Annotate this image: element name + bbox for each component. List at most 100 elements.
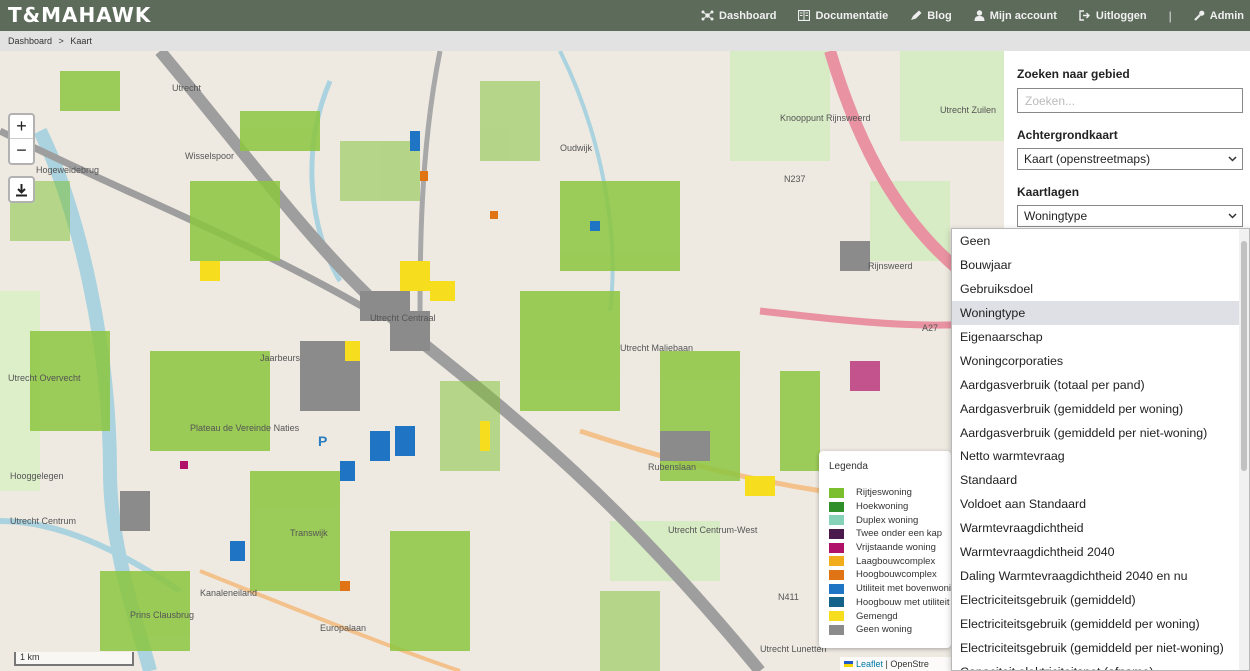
map-label: Utrecht Maliebaan <box>620 343 693 353</box>
legend-swatch <box>829 583 844 594</box>
legend-swatch <box>829 624 844 635</box>
nav-blog[interactable]: Blog <box>910 9 952 22</box>
map-label: Transwijk <box>290 528 328 538</box>
map-label: Hogeweidebrug <box>36 165 99 175</box>
legend-item: Vrijstaande woning <box>829 541 941 555</box>
zoom-in-button[interactable]: + <box>10 115 33 139</box>
map-label: Utrecht Zuilen <box>940 105 996 115</box>
breadcrumb-separator: > <box>58 36 64 46</box>
layers-dropdown[interactable]: Geen Bouwjaar Gebruiksdoel Woningtype Eigena… <box>951 228 1250 671</box>
dropdown-option[interactable]: Warmtevraagdichtheid <box>952 516 1239 540</box>
map-label: Utrecht Overvecht <box>8 373 81 383</box>
map-label: Utrecht Centrum <box>10 516 76 526</box>
wrench-icon <box>1193 10 1205 21</box>
dropdown-option[interactable]: Gebruiksdoel <box>952 277 1239 301</box>
layers-select[interactable]: Woningtype <box>1017 205 1243 227</box>
chevron-down-icon <box>1228 213 1237 219</box>
dropdown-option[interactable]: Aardgasverbruik (gemiddeld per niet-woni… <box>952 421 1239 445</box>
legend-swatch <box>829 542 844 553</box>
dropdown-scrollbar-thumb[interactable] <box>1241 241 1247 471</box>
dropdown-option[interactable]: Woningtype <box>952 300 1239 325</box>
legend-swatch <box>829 611 844 622</box>
parking-icon: P <box>318 433 327 449</box>
main-nav: Dashboard Documentatie Blog Mijn account… <box>679 0 1244 31</box>
dropdown-option[interactable]: Aardgasverbruik (totaal per pand) <box>952 373 1239 397</box>
map-label: Europalaan <box>320 623 366 633</box>
legend-item: Hoekwoning <box>829 500 941 514</box>
nav-dashboard[interactable]: Dashboard <box>701 10 776 22</box>
legend-item: Hoogbouwcomplex <box>829 568 941 582</box>
nav-mijn-account-label: Mijn account <box>989 9 1057 22</box>
top-navbar: T&MAHAWK Dashboard Documentatie Blog Mij… <box>0 0 1250 31</box>
map-label: Jaarbeurs <box>260 353 301 363</box>
dropdown-option[interactable]: Warmtevraagdichtheid 2040 <box>952 540 1239 564</box>
legend-label: Utiliteit met bovenwoning <box>856 583 951 595</box>
map-label: Rubenslaan <box>648 462 696 472</box>
nav-blog-label: Blog <box>927 9 952 22</box>
dropdown-option[interactable]: Eigenaarschap <box>952 325 1239 349</box>
dropdown-option[interactable]: Daling Warmtevraagdichtheid 2040 en nu <box>952 564 1239 588</box>
layers-value: Woningtype <box>1024 209 1088 223</box>
map-label: Rijnsweerd <box>868 261 913 271</box>
map-label: Kanaleneiland <box>200 588 257 598</box>
chevron-down-icon <box>1228 156 1237 162</box>
map-label: Utrecht Centraal <box>370 313 436 323</box>
legend-item: Laagbouwcomplex <box>829 554 941 568</box>
map-label: Wisselspoor <box>185 151 234 161</box>
legend-item: Hoogbouw met utiliteit <box>829 596 949 610</box>
leaflet-link[interactable]: Leaflet <box>856 659 883 669</box>
attribution-text: | OpenStre <box>885 659 929 669</box>
legend-title: Legenda <box>829 461 868 472</box>
nav-documentatie[interactable]: Documentatie <box>798 10 888 22</box>
dropdown-option[interactable]: Electriciteitsgebruik (gemiddeld per won… <box>952 612 1239 636</box>
dropdown-option[interactable]: Capaciteit elektriciteitsnet (afname) <box>952 660 1239 670</box>
legend-item: Utiliteit met bovenwoning <box>829 582 951 596</box>
breadcrumb-dashboard[interactable]: Dashboard <box>8 36 52 46</box>
map-label: Utrecht <box>172 83 202 93</box>
nav-uitloggen[interactable]: Uitloggen <box>1079 10 1147 22</box>
search-input[interactable] <box>1017 88 1243 113</box>
dashboard-icon <box>701 10 714 21</box>
zoom-out-button[interactable]: − <box>10 139 33 163</box>
nav-separator: | <box>1168 8 1172 23</box>
zoom-control: + − <box>8 113 35 165</box>
breadcrumb-kaart: Kaart <box>70 36 92 46</box>
map-label: Plateau de Vereinde Naties <box>190 423 300 433</box>
legend-swatch <box>829 487 844 498</box>
dropdown-option[interactable]: Standaard <box>952 468 1239 492</box>
user-icon <box>974 10 985 21</box>
legend-swatch <box>829 556 844 567</box>
legend-swatch <box>829 501 844 512</box>
legend-label: Laagbouwcomplex <box>856 555 936 567</box>
dropdown-option[interactable]: Electriciteitsgebruik (gemiddeld) <box>952 588 1239 612</box>
dropdown-option[interactable]: Bouwjaar <box>952 253 1239 277</box>
map-label: N411 <box>778 592 799 602</box>
map-legend: Legenda Rijtjeswoning Hoekwoning Duplex wo… <box>819 451 951 648</box>
legend-label: Vrijstaande woning <box>856 542 936 554</box>
dropdown-option[interactable]: Netto warmtevraag <box>952 444 1239 468</box>
legend-item: Geen woning <box>829 623 941 637</box>
dropdown-option[interactable]: Geen <box>952 229 1239 253</box>
dropdown-option[interactable]: Electriciteitsgebruik (gemiddeld per nie… <box>952 636 1239 660</box>
nav-uitloggen-label: Uitloggen <box>1095 9 1147 22</box>
basemap-select[interactable]: Kaart (openstreetmaps) <box>1017 148 1243 170</box>
map-label: N237 <box>784 174 806 184</box>
legend-swatch <box>829 597 844 608</box>
dropdown-option[interactable]: Aardgasverbruik (gemiddeld per woning) <box>952 397 1239 421</box>
nav-mijn-account[interactable]: Mijn account <box>974 10 1057 22</box>
map-label: Utrecht Lunetten <box>760 644 827 654</box>
dropdown-option[interactable]: Voldoet aan Standaard <box>952 492 1239 516</box>
dropdown-option[interactable]: Woningcorporaties <box>952 349 1239 373</box>
app-logo[interactable]: T&MAHAWK <box>8 3 151 27</box>
dropdown-scrollbar[interactable] <box>1239 229 1249 670</box>
logout-icon <box>1079 10 1090 21</box>
nav-admin[interactable]: Admin <box>1193 10 1244 22</box>
map-label: A27 <box>922 323 938 333</box>
legend-item: Duplex woning <box>829 513 941 527</box>
blog-icon <box>911 10 922 20</box>
legend-item: Twee onder een kap <box>829 527 942 541</box>
legend-swatch <box>829 528 844 539</box>
legend-label: Rijtjeswoning <box>856 487 912 499</box>
basemap-value: Kaart (openstreetmaps) <box>1024 152 1151 166</box>
download-button[interactable] <box>8 176 35 203</box>
